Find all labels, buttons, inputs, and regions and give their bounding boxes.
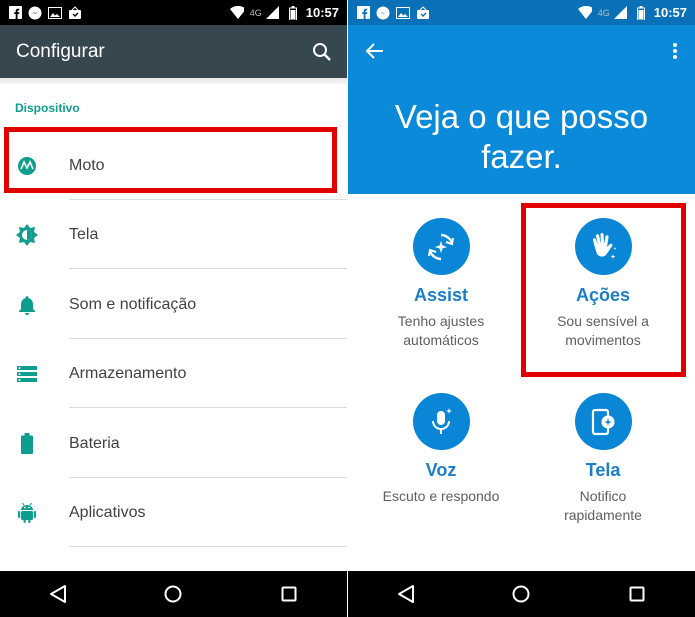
phone-screen-icon xyxy=(574,393,632,450)
recents-nav-icon[interactable] xyxy=(625,582,649,606)
settings-item-label: Bateria xyxy=(69,434,120,452)
facebook-icon xyxy=(8,6,22,20)
feature-description: Escuto e respondo xyxy=(361,487,521,506)
shop-icon xyxy=(68,5,82,20)
settings-screen: 4G 10:57 Configurar Dispositivo Moto Tel… xyxy=(0,0,347,617)
clock: 10:57 xyxy=(305,5,339,20)
network-type: 4G xyxy=(249,7,262,18)
signal-icon xyxy=(614,6,628,20)
feature-description-line: Tenho ajustes xyxy=(397,313,485,329)
brightness-icon xyxy=(16,223,38,246)
back-arrow-icon[interactable] xyxy=(364,40,386,62)
headline-line: fazer. xyxy=(481,138,562,175)
feature-assist[interactable]: Assist Tenho ajustes automáticos xyxy=(361,218,521,350)
settings-item-bateria[interactable]: Bateria xyxy=(0,409,347,478)
recents-nav-icon[interactable] xyxy=(277,582,301,606)
shop-icon xyxy=(416,5,430,20)
back-nav-icon[interactable] xyxy=(46,582,70,606)
feature-title: Assist xyxy=(413,285,469,305)
page-title: Configurar xyxy=(16,40,105,62)
feature-description-line: Notifico xyxy=(579,488,627,504)
bell-icon xyxy=(16,294,38,316)
wifi-icon xyxy=(577,6,592,20)
messenger-icon xyxy=(376,6,390,20)
status-bar: 4G 10:57 xyxy=(0,0,347,25)
headline-line: Veja o que posso xyxy=(394,98,649,135)
battery-status-icon xyxy=(634,5,648,20)
image-icon xyxy=(396,6,410,20)
settings-item-tela[interactable]: Tela xyxy=(0,200,347,269)
storage-icon xyxy=(16,363,38,385)
highlight-box xyxy=(4,127,337,193)
moto-app-screen: 4G 10:57 Veja o que posso fazer. Assist … xyxy=(348,0,695,617)
microphone-icon xyxy=(412,393,470,450)
messenger-icon xyxy=(28,6,42,20)
app-bar-shadow xyxy=(0,78,347,84)
divider xyxy=(69,407,347,408)
nav-bar xyxy=(0,571,347,617)
home-nav-icon[interactable] xyxy=(161,582,185,606)
settings-item-label: Armazenamento xyxy=(69,364,187,382)
search-icon[interactable] xyxy=(311,41,333,63)
app-bar: Configurar xyxy=(0,25,347,78)
settings-item-label: Som e notificação xyxy=(69,295,197,313)
assist-icon xyxy=(412,218,470,275)
battery-status-icon xyxy=(286,5,300,20)
feature-title: Tela xyxy=(585,460,621,480)
more-vert-icon[interactable] xyxy=(670,40,680,62)
feature-tela[interactable]: Tela Notifico rapidamente xyxy=(523,393,683,525)
divider xyxy=(69,268,347,269)
section-header-device: Dispositivo xyxy=(15,101,80,115)
home-nav-icon[interactable] xyxy=(509,582,533,606)
hero-banner: Veja o que posso fazer. xyxy=(348,25,695,194)
status-bar: 4G 10:57 xyxy=(348,0,695,25)
android-icon xyxy=(16,502,38,524)
headline: Veja o que posso fazer. xyxy=(348,97,695,177)
nav-bar xyxy=(348,571,695,617)
network-type: 4G xyxy=(597,7,610,18)
settings-item-label: Tela xyxy=(69,225,99,243)
feature-voz[interactable]: Voz Escuto e respondo xyxy=(361,393,521,506)
feature-description: Notifico rapidamente xyxy=(523,487,683,525)
feature-title: Voz xyxy=(425,460,457,480)
feature-description-line: automáticos xyxy=(403,332,479,348)
settings-item-aplicativos[interactable]: Aplicativos xyxy=(0,478,347,547)
signal-icon xyxy=(266,6,280,20)
image-icon xyxy=(48,6,62,20)
feature-description-line: rapidamente xyxy=(564,507,642,523)
back-nav-icon[interactable] xyxy=(394,582,418,606)
divider xyxy=(69,546,347,547)
settings-item-label: Aplicativos xyxy=(69,503,146,521)
feature-description: Tenho ajustes automáticos xyxy=(361,312,521,350)
facebook-icon xyxy=(356,6,370,20)
feature-description-line: Escuto e respondo xyxy=(382,488,500,504)
highlight-box xyxy=(521,203,686,377)
wifi-icon xyxy=(229,6,244,20)
clock: 10:57 xyxy=(653,5,687,20)
battery-icon xyxy=(16,433,38,455)
settings-item-armazenamento[interactable]: Armazenamento xyxy=(0,339,347,408)
settings-item-som[interactable]: Som e notificação xyxy=(0,270,347,339)
